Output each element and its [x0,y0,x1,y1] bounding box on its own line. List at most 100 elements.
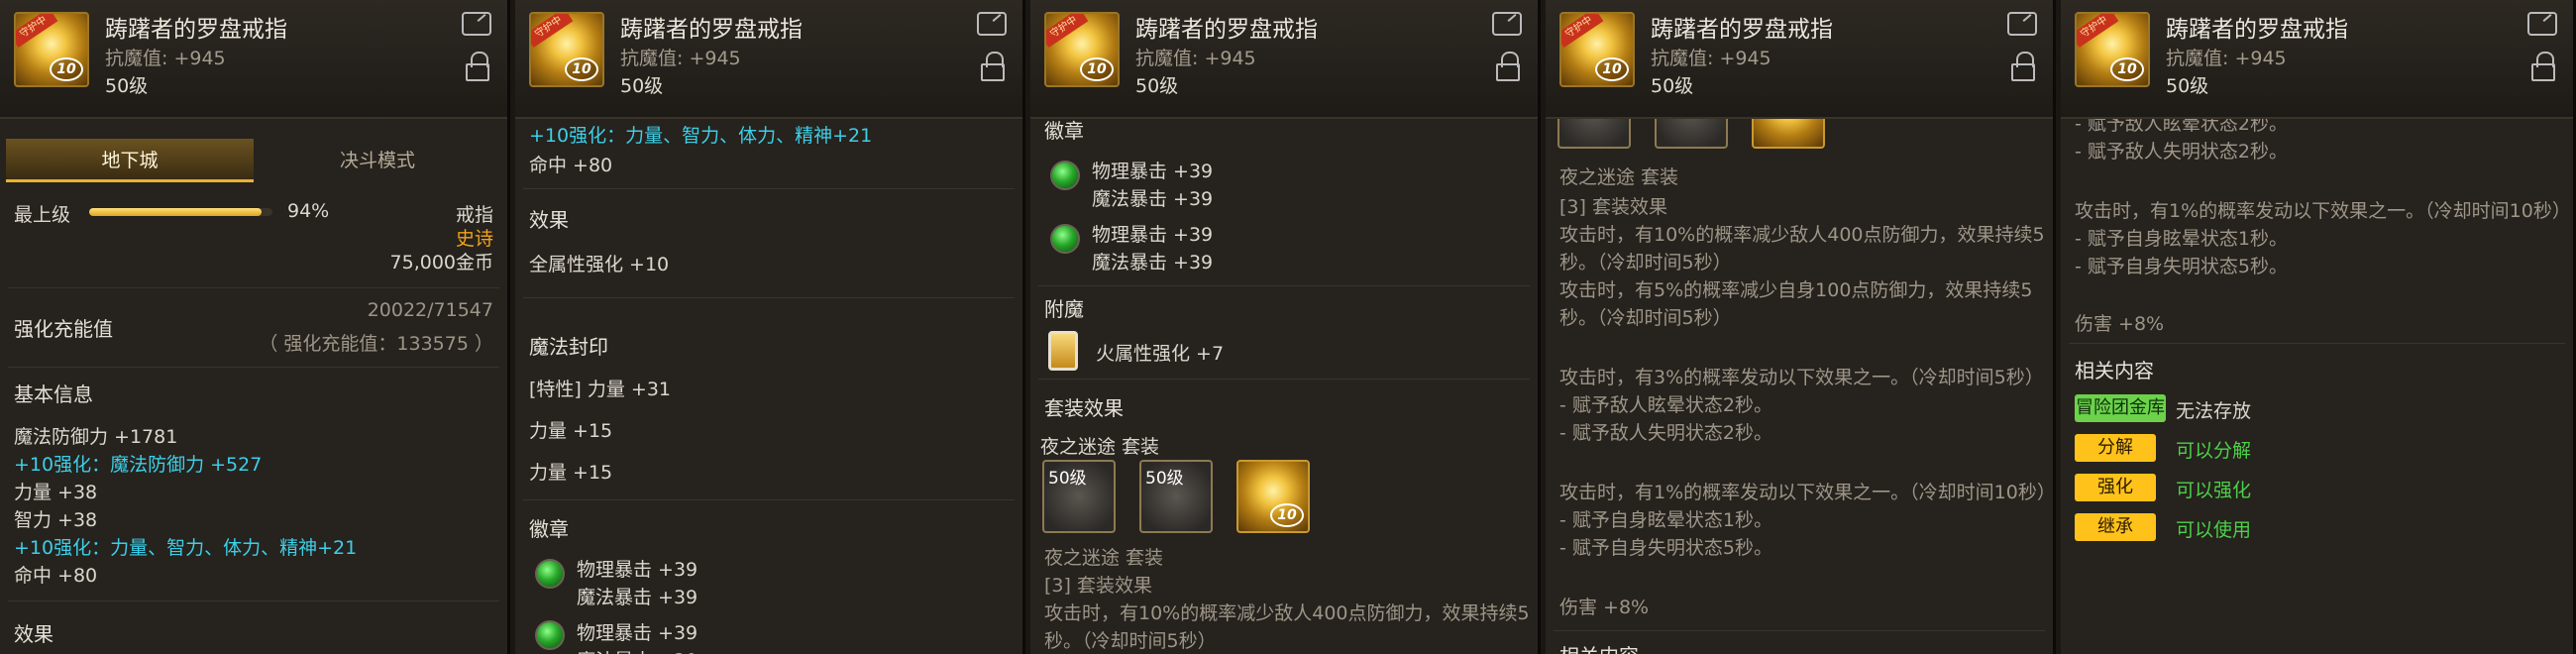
seal-line: 力量 +15 [529,462,613,484]
icon-level: 10 [2110,57,2144,81]
set-desc: 秒。（冷却时间5秒） [1559,307,1732,329]
emblem-line: 物理暴击 +39 [577,622,698,644]
icon-badge: 守护中 [1561,14,1604,49]
emblem-line: 魔法暴击 +39 [577,646,698,654]
slot-level: 50级 [1048,469,1087,489]
icon-level: 10 [1080,57,1114,81]
stat-line: 魔法防御力 +1781 [14,426,178,448]
item-level: 50级 [1651,75,1694,97]
chip-inherit[interactable]: 继承 [2075,513,2156,541]
item-resist: 抗魔值: +945 [1651,48,1771,69]
external-link-icon[interactable] [2527,12,2557,36]
set-slot[interactable]: 50级 [1139,460,1213,533]
emblem-line: 魔法暴击 +39 [577,587,698,608]
tab-duel[interactable]: 决斗模式 [254,139,501,182]
external-link-icon[interactable] [462,12,491,36]
item-name: 踌躇者的罗盘戒指 [105,17,287,43]
stat-line: 命中 +80 [14,565,98,587]
external-link-icon[interactable] [1492,12,1522,36]
set-desc: 攻击时，有1%的概率发动以下效果之一。（冷却时间10秒） [1559,482,2053,503]
divider [523,297,1015,298]
item-tooltip-panel-3: 守护中 10 踌躇者的罗盘戒指 抗魔值: +945 50级 徽章 物理暴击 +39… [1030,0,1541,654]
set-slot-ring-icon[interactable] [1752,119,1825,149]
emblem-heading: 徽章 [1044,119,1084,143]
emblem-line: 物理暴击 +39 [1092,161,1214,182]
seal-line: [特性] 力量 +31 [529,379,672,400]
tooltip-body: 地下城 决斗模式 最上级 94% 戒指 史诗 75,000金币 20022/71… [0,119,507,654]
slot-level: 50级 [1145,469,1184,489]
effect-heading: 效果 [14,622,54,646]
divider [1554,630,2045,631]
set-desc: - 赋予敌人眩晕状态2秒。 [1559,394,1772,416]
item-level: 50级 [2166,75,2209,97]
item-level: 50级 [105,75,149,97]
damage-line: 伤害 +8% [1559,597,1650,618]
lock-icon[interactable] [2531,52,2555,81]
set-name: 夜之迷途 套装 [1559,166,1679,188]
set-slot[interactable] [1655,119,1728,149]
chip-enhance-value: 可以强化 [2176,480,2252,501]
item-level: 50级 [620,75,664,97]
related-heading: 相关内容 [1559,640,1639,654]
item-price: 75,000金币 [389,252,493,273]
set-slot[interactable]: 50级 [1042,460,1116,533]
lock-icon[interactable] [1496,52,1520,81]
item-header: 守护中 10 踌躇者的罗盘戒指 抗魔值: +945 50级 [0,0,507,119]
chip-enhance[interactable]: 强化 [2075,474,2156,501]
set-name: 夜之迷途 套装 [1044,547,1164,569]
external-link-icon[interactable] [2007,12,2037,36]
divider [8,600,499,601]
item-name: 踌躇者的罗盘戒指 [1135,17,1318,43]
divider [523,188,1015,189]
set-slot-ring-icon[interactable]: 10 [1236,460,1310,533]
set-desc: - 赋予自身失明状态5秒。 [2075,256,2288,277]
set-desc: - 赋予敌人眩晕状态2秒。 [2075,119,2288,135]
icon-badge: 守护中 [1046,14,1089,49]
tooltip-body: 徽章 物理暴击 +39 魔法暴击 +39 物理暴击 +39 魔法暴击 +39 附… [1030,119,1538,654]
icon-level: 10 [50,57,83,81]
related-heading: 相关内容 [2075,359,2154,382]
tooltip-body: - 赋予敌人眩晕状态2秒。 - 赋予敌人失明状态2秒。 攻击时，有1%的概率发动… [2061,119,2573,654]
set-desc: 攻击时，有1%的概率发动以下效果之一。（冷却时间10秒） [2075,200,2571,222]
emblem-line: 物理暴击 +39 [577,559,698,581]
divider [1038,285,1530,286]
lock-icon[interactable] [981,52,1005,81]
set-desc: - 赋予自身失明状态5秒。 [1559,537,1772,559]
set-slot[interactable] [1557,119,1631,149]
item-header: 守护中 10 踌躇者的罗盘戒指 抗魔值: +945 50级 [515,0,1022,119]
icon-badge: 守护中 [531,14,574,49]
icon-level: 10 [565,57,598,81]
tab-dungeon[interactable]: 地下城 [6,139,254,182]
external-link-icon[interactable] [977,12,1007,36]
effect-line: 全属性强化 +10 [529,254,670,275]
item-resist: 抗魔值: +945 [105,48,226,69]
emblem-gem-icon [535,559,565,589]
icon-level: 10 [1270,503,1304,527]
magic-seal-heading: 魔法封印 [529,335,608,359]
chip-disassemble[interactable]: 分解 [2075,434,2156,462]
set-desc: 秒。（冷却时间5秒） [1044,630,1217,652]
set-count: [3] 套装效果 [1559,196,1667,218]
grade-bar [89,208,272,216]
chip-vault: 冒险团金库 [2075,394,2166,422]
stat-line: +10强化：力量、智力、体力、精神+21 [14,537,358,559]
item-tooltip-panel-5: 守护中 10 踌躇者的罗盘戒指 抗魔值: +945 50级 - 赋予敌人眩晕状态2… [2061,0,2576,654]
effect-heading: 效果 [529,208,569,232]
charge-value: 20022/71547 [367,299,493,321]
set-desc: 攻击时，有10%的概率减少敌人400点防御力，效果持续5 [1044,602,1530,624]
divider [1038,379,1530,380]
stat-line: 命中 +80 [529,155,613,176]
grade-label: 最上级 [14,204,71,226]
item-tooltip-panel-1: 守护中 10 踌躇者的罗盘戒指 抗魔值: +945 50级 地下城 决斗模式 最上… [0,0,510,654]
enchant-line: 火属性强化 +7 [1096,343,1225,365]
set-desc: 秒。（冷却时间5秒） [1559,252,1732,273]
item-type: 戒指 [455,204,493,226]
ring-icon: 守护中 10 [1044,12,1120,87]
chip-inherit-value: 可以使用 [2176,519,2252,541]
emblem-line: 物理暴击 +39 [1092,224,1214,246]
mode-tabs: 地下城 决斗模式 [6,139,501,182]
seal-line: 力量 +15 [529,420,613,442]
divider [523,499,1015,500]
lock-icon[interactable] [466,52,489,81]
lock-icon[interactable] [2011,52,2035,81]
